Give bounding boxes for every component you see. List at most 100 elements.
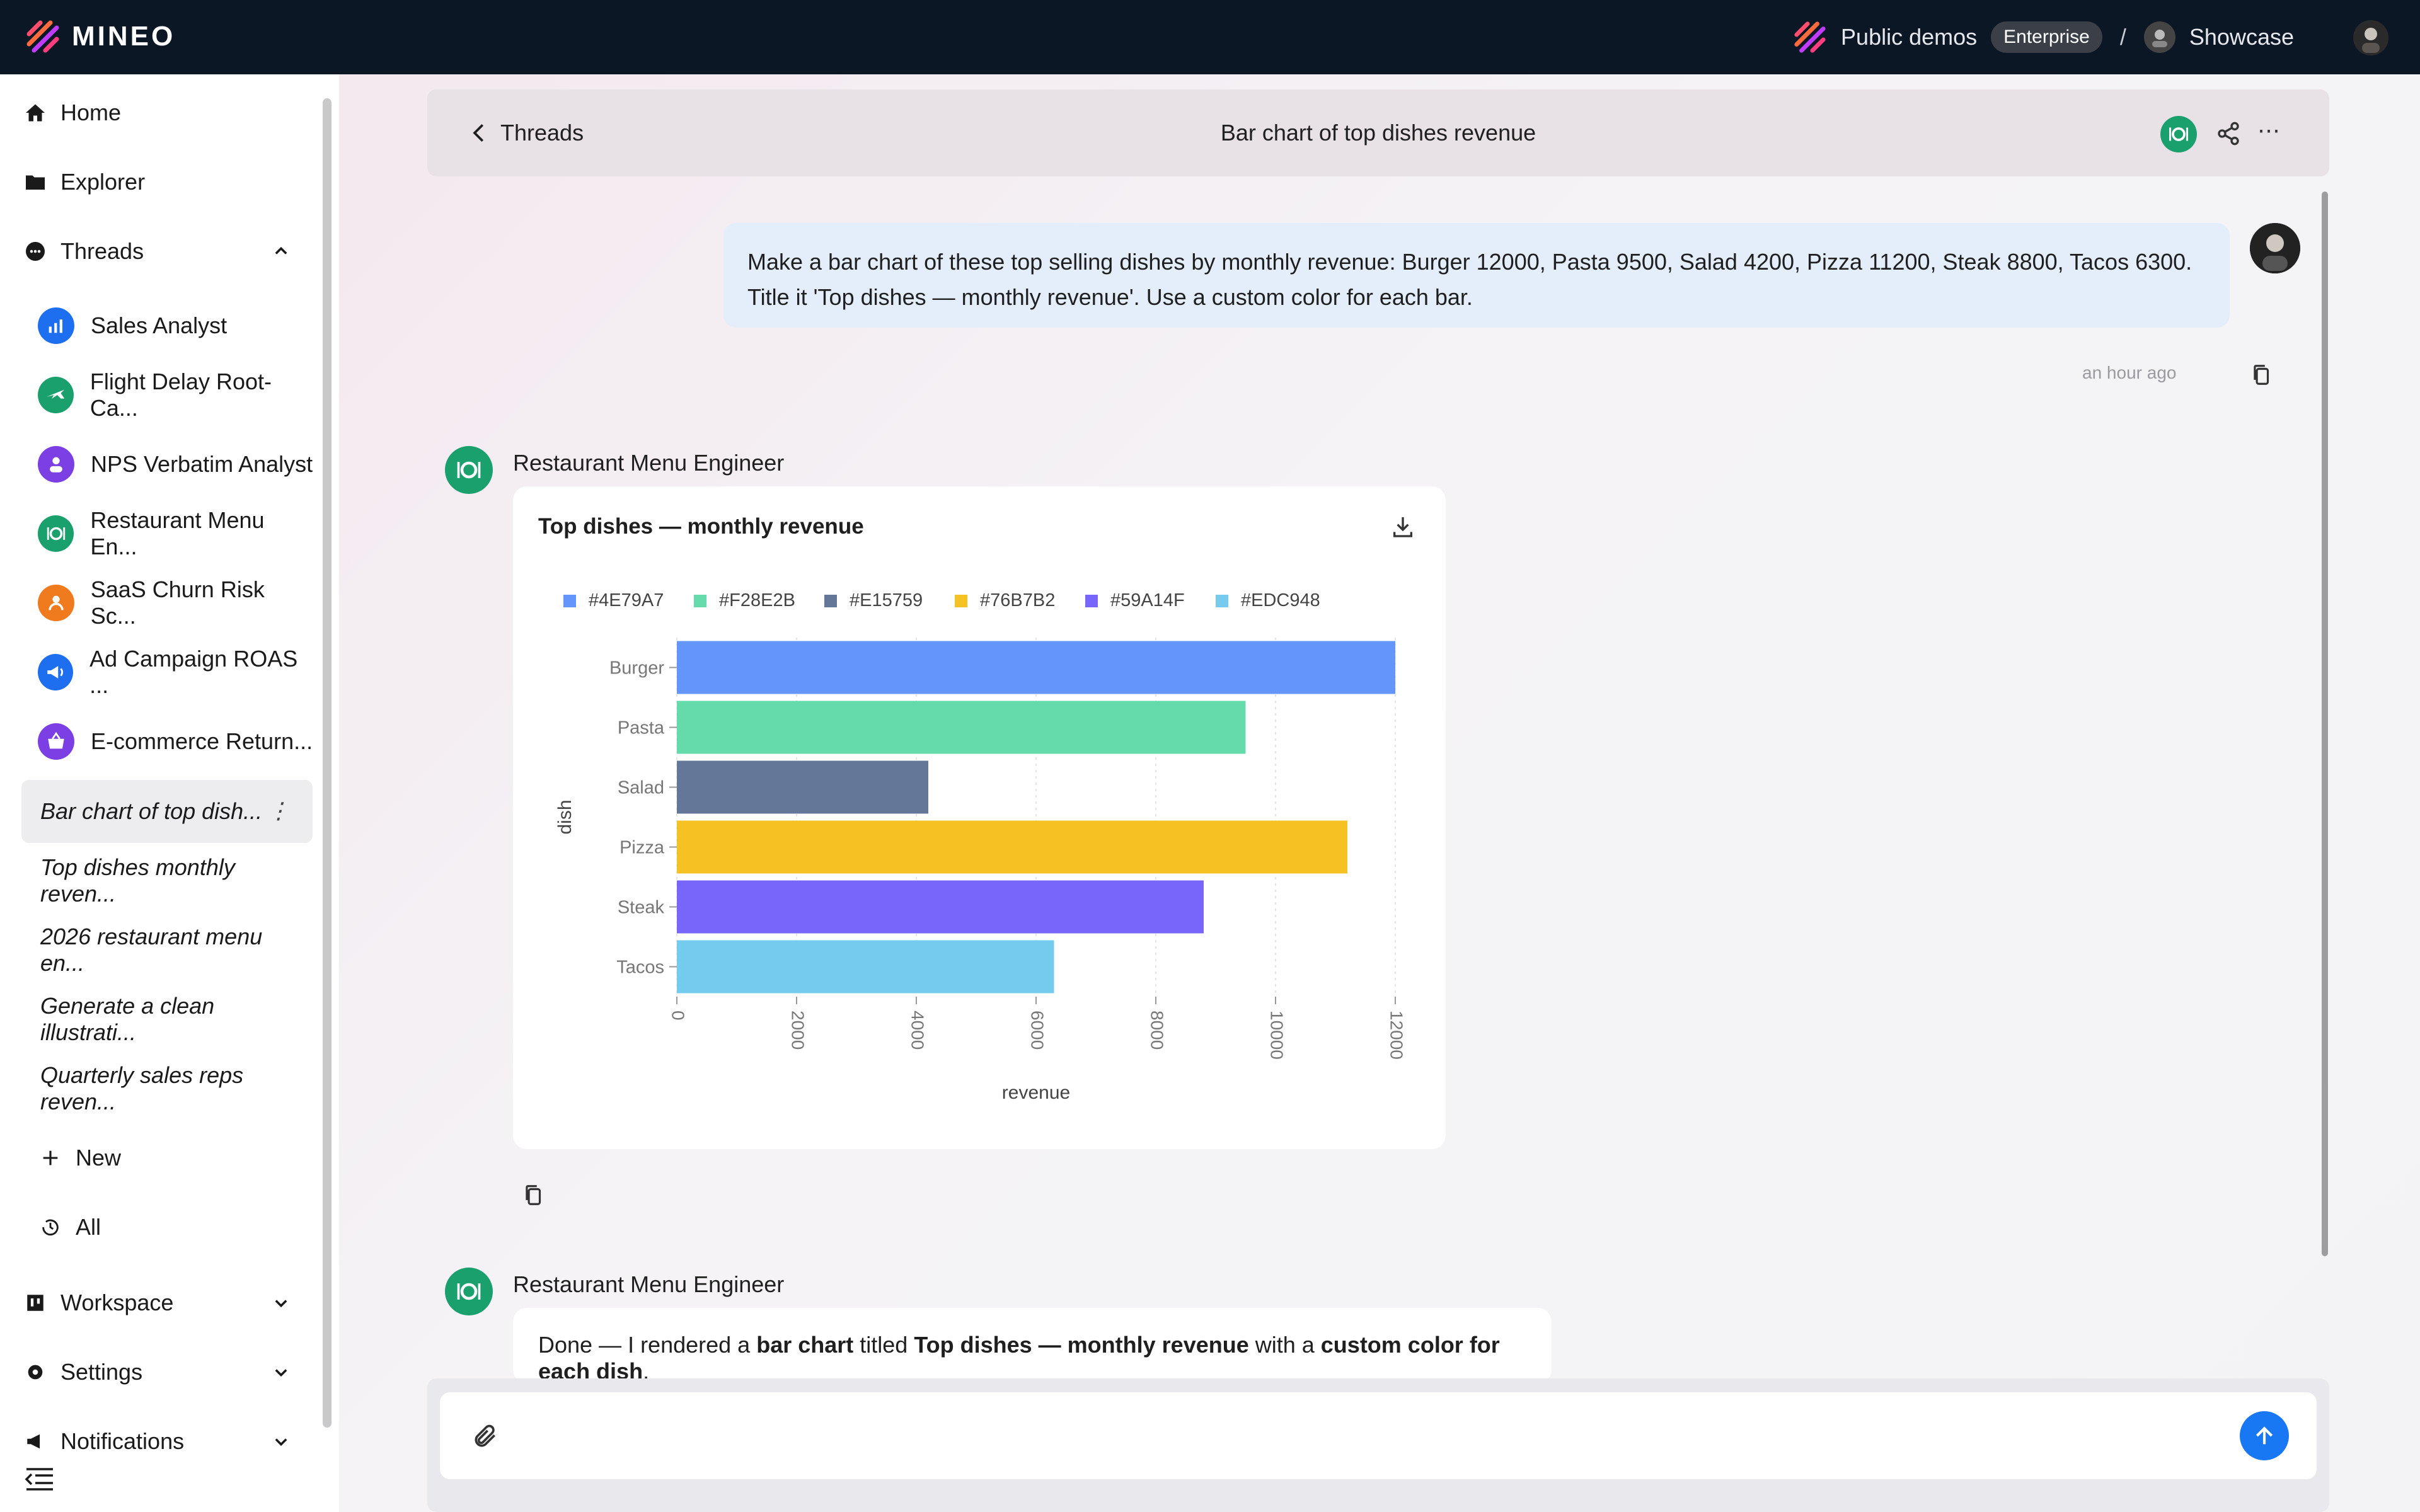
sidebar-agent-saas-churn[interactable]: SaaS Churn Risk Sc... bbox=[38, 571, 315, 634]
agent-name: Restaurant Menu Engineer bbox=[513, 450, 785, 476]
x-tick-label: 0 bbox=[669, 1011, 688, 1021]
project-icon bbox=[2152, 30, 2167, 47]
y-tick-label: Pasta bbox=[618, 718, 665, 738]
people-icon bbox=[38, 446, 74, 483]
basket-icon bbox=[38, 723, 74, 760]
message-input[interactable] bbox=[440, 1392, 2317, 1479]
megaphone-icon bbox=[38, 654, 74, 690]
airplane-icon bbox=[38, 377, 74, 413]
chevron-down-icon[interactable] bbox=[272, 1363, 290, 1381]
sidebar-item-label: Explorer bbox=[60, 169, 146, 195]
sidebar-thread-item[interactable]: Generate a clean illustrati... bbox=[21, 988, 313, 1051]
agent-plate-icon bbox=[445, 1268, 493, 1315]
composer-area bbox=[427, 1378, 2329, 1512]
user-avatar bbox=[2250, 223, 2300, 273]
legend-swatch bbox=[955, 595, 967, 607]
bar bbox=[677, 880, 1204, 934]
agent-name: Restaurant Menu Engineer bbox=[513, 1271, 785, 1297]
collapse-sidebar-icon[interactable] bbox=[24, 1465, 55, 1493]
y-tick-label: Tacos bbox=[616, 958, 664, 978]
legend-swatch bbox=[563, 595, 576, 607]
arrow-up-icon bbox=[2256, 1426, 2273, 1445]
copy-icon[interactable] bbox=[522, 1183, 546, 1207]
x-axis-title: revenue bbox=[1002, 1082, 1070, 1103]
reply-text: with a bbox=[1248, 1332, 1321, 1358]
share-icon[interactable] bbox=[2216, 121, 2241, 146]
sidebar-agent-ad-campaign[interactable]: Ad Campaign ROAS ... bbox=[38, 641, 315, 704]
sidebar-item-explorer[interactable]: Explorer bbox=[23, 151, 313, 214]
sidebar-agent-sales-analyst[interactable]: Sales Analyst bbox=[38, 294, 315, 357]
user-message: Make a bar chart of these top selling di… bbox=[723, 223, 2230, 328]
sidebar-agent-ecommerce[interactable]: E-commerce Return... bbox=[38, 710, 315, 773]
user-avatar[interactable] bbox=[2353, 20, 2388, 55]
legend-label: #76B7B2 bbox=[980, 590, 1055, 610]
x-tick-label: 2000 bbox=[788, 1011, 808, 1050]
sidebar-scrollbar[interactable] bbox=[323, 98, 331, 1428]
sidebar-agent-nps[interactable]: NPS Verbatim Analyst bbox=[38, 433, 315, 496]
sidebar-thread-item-active[interactable]: Bar chart of top dish... ⋮ bbox=[21, 780, 313, 843]
bar bbox=[677, 760, 928, 814]
legend-swatch bbox=[1085, 595, 1098, 607]
x-tick-label: 6000 bbox=[1028, 1011, 1047, 1050]
reply-text: titled bbox=[853, 1332, 914, 1358]
y-axis-title: dish bbox=[555, 799, 575, 834]
sidebar-item-label: Home bbox=[60, 100, 122, 125]
x-tick-label: 8000 bbox=[1148, 1011, 1167, 1050]
legend-swatch bbox=[824, 595, 837, 607]
bar bbox=[677, 641, 1395, 694]
reply-bold: bar chart bbox=[756, 1332, 854, 1358]
project-avatar bbox=[2143, 21, 2175, 53]
project-name[interactable]: Showcase bbox=[2189, 24, 2294, 50]
sidebar-new-thread[interactable]: New bbox=[38, 1126, 315, 1189]
sidebar-item-threads[interactable]: Threads bbox=[23, 220, 313, 283]
thread-title: Bar chart of top dishes revenue bbox=[1220, 120, 1536, 146]
megaphone-icon bbox=[23, 1429, 48, 1454]
chevron-down-icon[interactable] bbox=[272, 1433, 290, 1450]
send-button[interactable] bbox=[2240, 1411, 2289, 1460]
user-avatar-icon bbox=[2250, 223, 2300, 273]
legend-label: #4E79A7 bbox=[589, 590, 664, 610]
sidebar-item-home[interactable]: Home bbox=[23, 81, 313, 144]
mineo-logo-icon bbox=[26, 20, 59, 53]
chevron-up-icon[interactable] bbox=[272, 243, 290, 260]
folder-icon bbox=[23, 169, 48, 195]
brand[interactable]: MINEO bbox=[25, 19, 175, 54]
workspace-icon bbox=[23, 1290, 48, 1315]
thread-header: Threads Bar chart of top dishes revenue … bbox=[427, 89, 2329, 176]
sidebar-agent-label: NPS Verbatim Analyst bbox=[91, 451, 313, 477]
bar-chart-icon bbox=[38, 307, 74, 344]
org-name[interactable]: Public demos bbox=[1841, 24, 1977, 50]
agent-plate-icon[interactable] bbox=[2160, 116, 2197, 152]
thread-scrollbar[interactable] bbox=[2322, 192, 2328, 1256]
sidebar-thread-label: Top dishes monthly reven... bbox=[40, 854, 235, 907]
sidebar-all-threads[interactable]: All bbox=[38, 1196, 315, 1259]
bar-chart: #4E79A7 #F28E2B #E15759 #76B7B2 #59A14F #EDC9… bbox=[555, 590, 1407, 1103]
person-refresh-icon bbox=[38, 585, 74, 621]
sidebar-agent-restaurant[interactable]: Restaurant Menu En... bbox=[38, 502, 315, 565]
plus-icon bbox=[38, 1145, 63, 1171]
sidebar-thread-item[interactable]: Top dishes monthly reven... bbox=[21, 849, 313, 912]
sidebar-agent-label: Restaurant Menu En... bbox=[90, 507, 265, 559]
y-tick-label: Steak bbox=[618, 898, 665, 918]
sidebar-item-settings[interactable]: Settings bbox=[23, 1341, 313, 1404]
sidebar-item-label: New bbox=[76, 1145, 122, 1171]
paperclip-icon[interactable] bbox=[471, 1423, 499, 1450]
sidebar-item-notifications[interactable]: Notifications bbox=[23, 1410, 313, 1473]
legend-label: #59A14F bbox=[1110, 590, 1185, 610]
agent-plate-icon bbox=[445, 446, 493, 494]
sidebar-item-workspace[interactable]: Workspace bbox=[23, 1271, 313, 1334]
bar bbox=[677, 820, 1347, 874]
legend-swatch bbox=[1216, 595, 1228, 607]
more-vertical-icon[interactable]: ⋮ bbox=[267, 798, 290, 824]
thread-view: Threads Bar chart of top dishes revenue … bbox=[339, 74, 2420, 1512]
bar bbox=[677, 940, 1054, 994]
sidebar-agent-flight-delay[interactable]: Flight Delay Root-Ca... bbox=[38, 364, 315, 427]
history-icon bbox=[38, 1215, 63, 1240]
org-logo-icon bbox=[1794, 21, 1826, 53]
copy-icon[interactable] bbox=[2250, 363, 2274, 387]
home-icon bbox=[23, 100, 48, 125]
sidebar-thread-item[interactable]: 2026 restaurant menu en... bbox=[21, 919, 313, 982]
chevron-down-icon[interactable] bbox=[272, 1294, 290, 1312]
more-horizontal-icon[interactable]: ⋯ bbox=[2257, 117, 2281, 144]
sidebar-thread-item[interactable]: Quarterly sales reps reven... bbox=[21, 1057, 313, 1120]
